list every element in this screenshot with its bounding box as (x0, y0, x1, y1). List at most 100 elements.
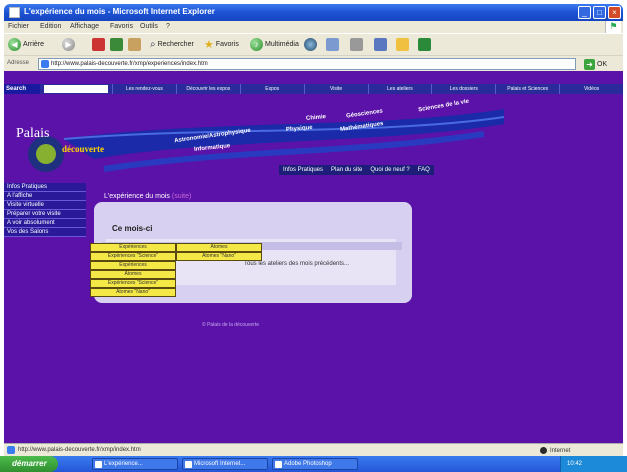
address-bar: Adresse http://www.palais-decouverte.fr/… (4, 55, 623, 71)
dropdown-item[interactable]: Atomes (90, 270, 176, 279)
menu-edit[interactable]: Edition (40, 23, 61, 30)
search-icon: ⌕ (150, 39, 156, 50)
back-button[interactable]: ◀ Arrière (8, 37, 44, 52)
site-nav-item[interactable]: Les ateliers (367, 84, 432, 94)
dropdown-item[interactable]: Atomes "Nano" (176, 252, 262, 261)
stop-button[interactable] (92, 37, 105, 52)
go-button[interactable]: ➜ OK (584, 58, 614, 70)
status-bar: http://www.palais-decouverte.fr/xmp/inde… (4, 443, 623, 456)
subnav-item[interactable]: Quoi de neuf ? (370, 165, 409, 175)
menu-tools[interactable]: Outils (140, 23, 158, 30)
sidebar-item[interactable]: Préparer votre visite (4, 210, 86, 219)
menu-file[interactable]: Fichier (8, 23, 29, 30)
refresh-button[interactable] (110, 37, 123, 52)
site-nav-item[interactable]: Palais et Sciences (495, 84, 559, 94)
back-arrow-icon: ◀ (8, 38, 21, 51)
sidebar-item[interactable]: A l'affiche (4, 192, 86, 201)
menu-bar: Fichier Edition Affichage Favoris Outils… (4, 21, 623, 33)
address-input[interactable]: http://www.palais-decouverte.fr/xmp/expe… (38, 58, 576, 70)
dropdown-item[interactable]: Atomes (176, 243, 262, 252)
site-search-input[interactable] (44, 85, 108, 93)
dropdown-item[interactable]: Expériences (90, 243, 176, 252)
taskbar-button[interactable]: Adobe Photoshop (272, 458, 358, 470)
home-button[interactable] (128, 37, 141, 52)
sidebar-item[interactable]: A voir absolument (4, 219, 86, 228)
media-label: Multimédia (265, 41, 299, 48)
clock: 10:42 (567, 461, 583, 467)
mail-icon (326, 38, 339, 51)
edit-button[interactable] (374, 37, 387, 52)
menu-help[interactable]: ? (166, 23, 170, 30)
print-icon (350, 38, 363, 51)
history-button[interactable] (304, 37, 317, 52)
minimize-button[interactable]: _ (578, 6, 591, 19)
home-icon (128, 38, 141, 51)
zone-label: Internet (550, 447, 571, 454)
favorites-label: Favoris (215, 41, 239, 48)
folder-icon (396, 38, 409, 51)
menu-view[interactable]: Affichage (70, 23, 99, 30)
media-button[interactable]: ♪ Multimédia (250, 37, 299, 52)
page-icon (7, 446, 15, 454)
taskbar-button[interactable]: Microsoft Internet... (182, 458, 268, 470)
panel-title: Ce mois-ci (112, 224, 153, 233)
system-tray: 10:42 (560, 456, 627, 472)
dropdown-item[interactable]: Atomes "Nano" (90, 288, 176, 297)
folder-button[interactable] (396, 37, 409, 52)
search-label: Rechercher (157, 41, 194, 48)
toolbar: ◀ Arrière ▶ ⌕ Rechercher ★ Favoris ♪ Mul… (4, 33, 623, 55)
site-nav-item[interactable]: Découvrir les expos (175, 84, 240, 94)
status-text: http://www.palais-decouverte.fr/xmp/inde… (18, 447, 141, 453)
messenger-button[interactable] (418, 37, 431, 52)
media-icon: ♪ (250, 38, 263, 51)
subnav-item[interactable]: Plan du site (331, 165, 362, 175)
dropdown-item[interactable]: Expériences "Science" (90, 252, 176, 261)
go-arrow-icon: ➜ (584, 58, 595, 70)
mail-button[interactable] (326, 37, 339, 52)
logo-decouverte[interactable]: découverte (62, 144, 104, 154)
page-title: L'expérience du mois (suite) (104, 193, 191, 200)
close-button[interactable]: × (608, 6, 621, 19)
site-search-label: Search (4, 84, 40, 94)
go-label: OK (597, 60, 608, 68)
window-titlebar[interactable]: L'expérience du mois - Microsoft Interne… (4, 4, 623, 21)
back-label: Arrière (23, 41, 45, 48)
site-nav-item[interactable]: Visite (303, 84, 368, 94)
page-title-text: L'expérience du mois (104, 193, 170, 200)
messenger-icon (418, 38, 431, 51)
menu-favorites[interactable]: Favoris (110, 23, 133, 30)
subnav-item[interactable]: FAQ (418, 165, 430, 175)
stop-icon (92, 38, 105, 51)
windows-flag-icon: ⚑ (605, 21, 621, 33)
subnav-item[interactable]: Infos Pratiques (283, 165, 323, 175)
dropdown-item[interactable]: Expériences "Science" (90, 279, 176, 288)
sidebar-item[interactable]: Vos des Salons (4, 228, 86, 237)
edit-icon (374, 38, 387, 51)
search-button[interactable]: ⌕ Rechercher (150, 37, 194, 52)
site-nav-item[interactable]: Les dossiers (431, 84, 495, 94)
web-page: Search Les rendez-vous Découvrir les exp… (4, 71, 623, 443)
sub-nav: Infos Pratiques Plan du site Quoi de neu… (279, 165, 434, 175)
star-icon: ★ (204, 39, 214, 51)
taskbar-button[interactable]: L'expérience... (92, 458, 178, 470)
forward-button[interactable]: ▶ (62, 37, 75, 52)
ie-icon (9, 7, 20, 18)
refresh-icon (110, 38, 123, 51)
start-button[interactable]: démarrer (0, 456, 58, 472)
print-button[interactable] (350, 37, 363, 52)
globe-icon (540, 447, 547, 454)
sidebar-item[interactable]: Visite virtuelle (4, 201, 86, 210)
logo-palais[interactable]: Palais (16, 126, 49, 142)
previous-months-link[interactable]: Tous les ateliers des mois précédents... (244, 261, 349, 267)
site-nav-item[interactable]: Les rendez-vous (112, 84, 176, 94)
history-icon (304, 38, 317, 51)
maximize-button[interactable]: □ (593, 6, 606, 19)
site-nav-item[interactable]: Vidéos (559, 84, 623, 94)
taskbar: démarrer L'expérience... Microsoft Inter… (0, 456, 627, 472)
sidebar-item[interactable]: Infos Pratiques (4, 183, 86, 192)
favorites-button[interactable]: ★ Favoris (204, 37, 239, 52)
security-zone: Internet (540, 447, 570, 454)
page-title-suffix[interactable]: (suite) (172, 193, 191, 200)
dropdown-item[interactable]: Expériences (90, 261, 176, 270)
site-nav-item[interactable]: Expos (239, 84, 304, 94)
